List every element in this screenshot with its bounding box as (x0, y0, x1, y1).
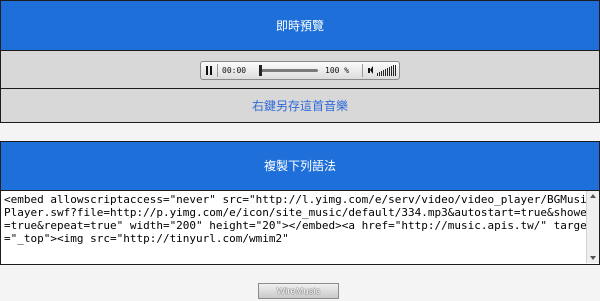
wiremusic-button[interactable]: WireMusic (258, 283, 339, 299)
player-divider (217, 64, 218, 77)
progress-track[interactable] (260, 69, 318, 72)
embed-code-textarea[interactable]: <embed allowscriptaccess="never" src="ht… (1, 191, 599, 263)
time-display: 00:00 (222, 66, 247, 75)
pause-icon[interactable] (205, 66, 213, 75)
code-scrollbar[interactable] (586, 191, 599, 263)
speaker-icon[interactable] (368, 66, 373, 75)
code-title: 複製下列語法 (1, 142, 599, 191)
scroll-up-arrow-icon[interactable] (590, 194, 596, 198)
player-row: 00:00 100 % (1, 51, 599, 89)
player-divider (362, 64, 363, 77)
save-row: 右鍵另存這首音樂 (1, 89, 599, 120)
code-panel: 複製下列語法 <embed allowscriptaccess="never" … (0, 141, 600, 265)
scroll-down-arrow-icon[interactable] (590, 256, 596, 260)
progress-thumb[interactable] (259, 65, 262, 76)
preview-panel: 即時預覽 00:00 100 % 右鍵另存這首音樂 (0, 0, 600, 123)
save-music-link[interactable]: 右鍵另存這首音樂 (252, 99, 348, 113)
volume-bars-icon[interactable] (377, 65, 397, 76)
music-player[interactable]: 00:00 100 % (200, 61, 400, 80)
preview-title: 即時預覽 (1, 1, 599, 51)
volume-percent: 100 % (325, 66, 350, 75)
